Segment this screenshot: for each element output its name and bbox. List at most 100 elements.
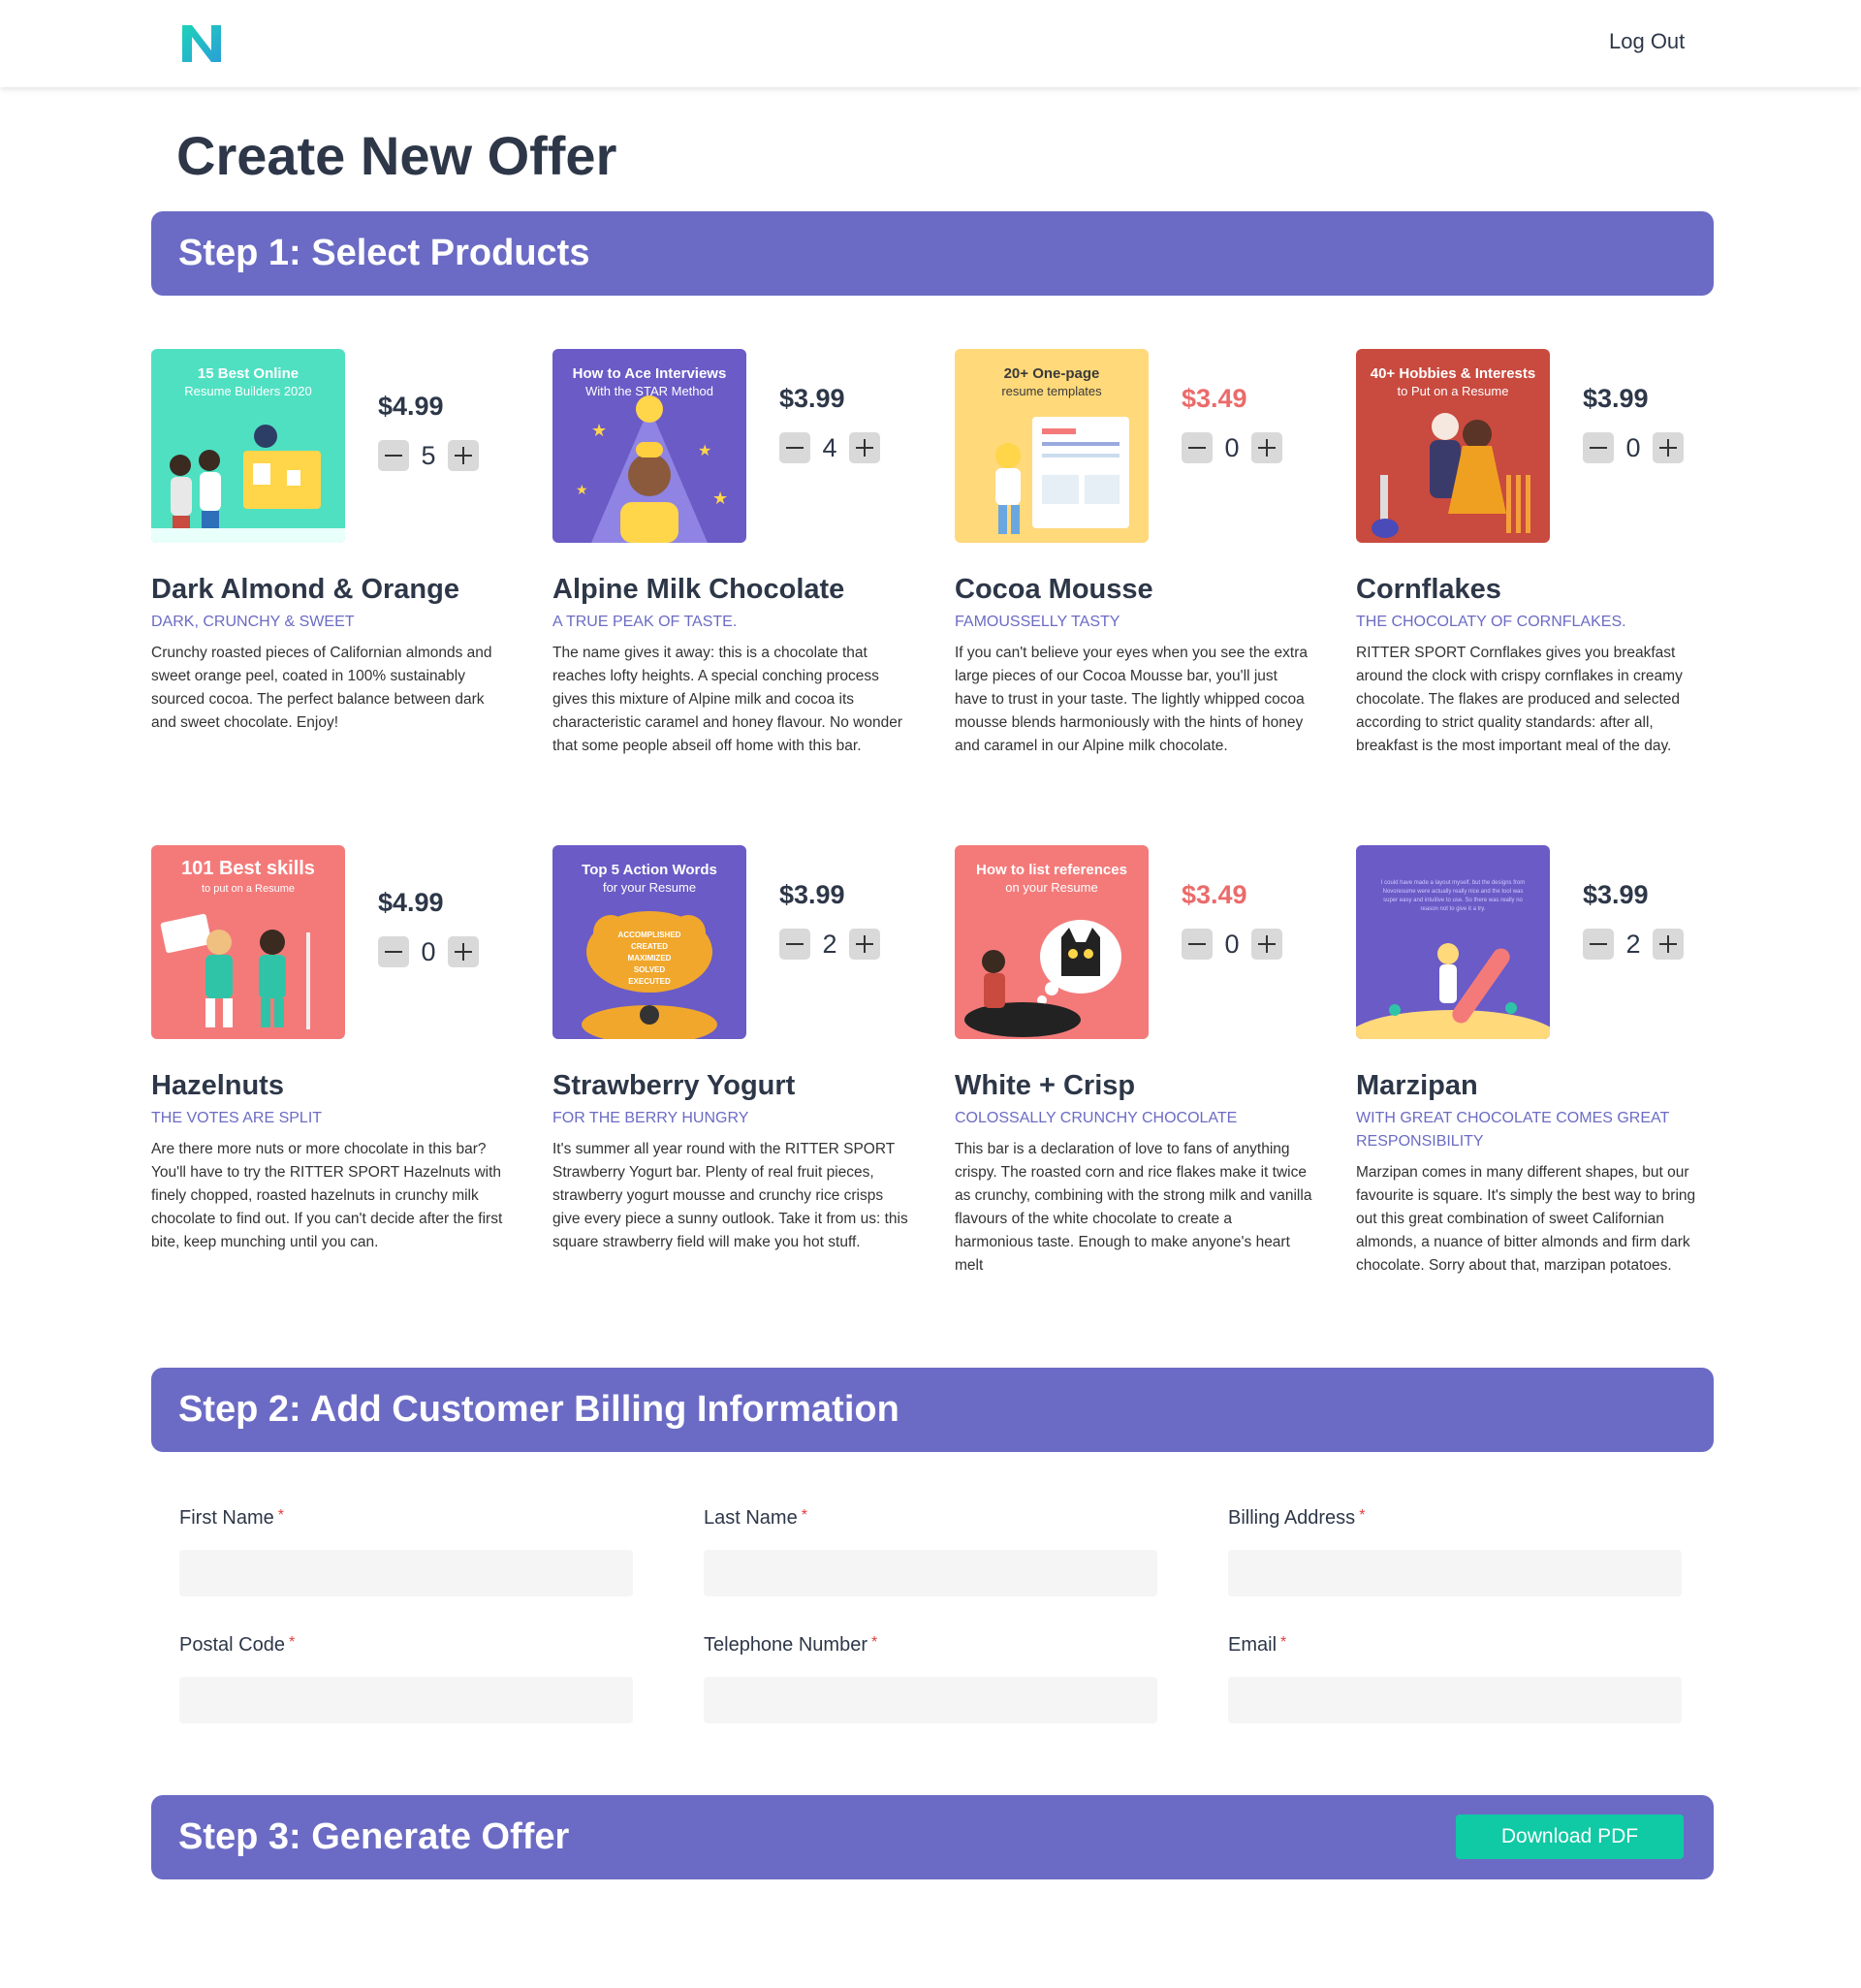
product-price: $3.49 [1182, 384, 1247, 413]
minus-icon [385, 951, 402, 953]
product-name: Hazelnuts [151, 1070, 284, 1101]
increase-quantity-button[interactable] [1653, 432, 1684, 463]
telephone-input[interactable] [704, 1677, 1157, 1723]
email-input[interactable] [1228, 1677, 1682, 1723]
product-price: $3.49 [1182, 880, 1247, 909]
increase-quantity-button[interactable] [1653, 929, 1684, 960]
svg-text:★: ★ [576, 482, 588, 497]
minus-icon [1188, 447, 1206, 449]
decrease-quantity-button[interactable] [779, 929, 810, 960]
required-marker: * [801, 1507, 807, 1524]
decrease-quantity-button[interactable] [779, 432, 810, 463]
telephone-field: Telephone Number * [704, 1634, 1157, 1723]
product-tagline: Colossally crunchy chocolate [955, 1110, 1238, 1126]
svg-text:40+ Hobbies & Interests: 40+ Hobbies & Interests [1371, 365, 1535, 382]
postal-code-field: Postal Code * [179, 1634, 633, 1723]
svg-text:for your Resume: for your Resume [603, 880, 696, 895]
email-label: Email * [1228, 1634, 1287, 1656]
first-name-label: First Name * [179, 1507, 285, 1529]
product-name: Marzipan [1356, 1070, 1478, 1101]
product-tagline: For the berry hungry [552, 1110, 749, 1126]
increase-quantity-button[interactable] [1251, 432, 1282, 463]
app-logo-icon[interactable] [178, 21, 225, 66]
svg-text:resume templates: resume templates [1001, 384, 1102, 398]
page-title: Create New Offer [176, 125, 617, 186]
quantity-stepper: 4 [779, 432, 880, 463]
svg-text:SOLVED: SOLVED [634, 965, 666, 974]
svg-text:to Put on a Resume: to Put on a Resume [1398, 384, 1509, 398]
download-pdf-button[interactable]: Download PDF [1456, 1814, 1684, 1859]
required-marker: * [871, 1634, 878, 1651]
product-image: 40+ Hobbies & Interests to Put on a Resum… [1356, 349, 1550, 543]
increase-quantity-button[interactable] [448, 440, 479, 471]
last-name-label: Last Name * [704, 1507, 807, 1529]
quantity-value: 0 [1224, 929, 1240, 959]
product-description: If you can't believe your eyes when you … [955, 645, 1308, 754]
product-description: It's summer all year round with the RITT… [552, 1141, 908, 1250]
product-image: ★ ★ ★ ★ How to Ace Interviews With the STA… [552, 349, 746, 543]
product-description: Are there more nuts or more chocolate in… [151, 1141, 503, 1250]
svg-text:With the STAR Method: With the STAR Method [585, 384, 713, 398]
svg-text:MAXIMIZED: MAXIMIZED [628, 954, 672, 962]
svg-text:15 Best Online: 15 Best Online [198, 365, 299, 382]
svg-text:Novoresume were actually reall: Novoresume were actually really nice and… [1383, 889, 1524, 895]
step-1-header: Step 1: Select Products [151, 211, 1714, 296]
svg-text:ACCOMPLISHED: ACCOMPLISHED [618, 931, 681, 939]
logout-link[interactable]: Log Out [1609, 29, 1685, 54]
last-name-input[interactable] [704, 1550, 1157, 1596]
svg-text:★: ★ [712, 489, 728, 508]
last-name-field: Last Name * [704, 1507, 1157, 1596]
quantity-value: 0 [421, 936, 436, 966]
minus-icon [1590, 943, 1607, 945]
minus-icon [385, 455, 402, 457]
product-name: Strawberry Yogurt [552, 1070, 796, 1101]
product-price: $3.99 [779, 384, 845, 413]
step-2-title: Step 2: Add Customer Billing Information [178, 1389, 899, 1430]
postal-code-input[interactable] [179, 1677, 633, 1723]
svg-text:to put on a Resume: to put on a Resume [202, 883, 295, 895]
minus-icon [1188, 943, 1206, 945]
quantity-stepper: 0 [1182, 432, 1282, 463]
quantity-value: 2 [1625, 929, 1641, 959]
quantity-stepper: 2 [1583, 929, 1684, 960]
decrease-quantity-button[interactable] [378, 440, 409, 471]
decrease-quantity-button[interactable] [1583, 929, 1614, 960]
billing-address-input[interactable] [1228, 1550, 1682, 1596]
decrease-quantity-button[interactable] [1182, 929, 1213, 960]
required-marker: * [1280, 1634, 1287, 1651]
increase-quantity-button[interactable] [448, 936, 479, 967]
quantity-value: 2 [822, 929, 837, 959]
postal-code-label: Postal Code * [179, 1634, 296, 1656]
first-name-field: First Name * [179, 1507, 633, 1596]
quantity-value: 0 [1625, 432, 1641, 462]
quantity-stepper: 0 [1182, 929, 1282, 960]
svg-text:20+ One-page: 20+ One-page [1004, 365, 1100, 382]
billing-address-field: Billing Address * [1228, 1507, 1682, 1596]
increase-quantity-button[interactable] [849, 432, 880, 463]
product-description: The name gives it away: this is a chocol… [552, 645, 902, 754]
telephone-label: Telephone Number * [704, 1634, 878, 1656]
decrease-quantity-button[interactable] [378, 936, 409, 967]
step-1-title: Step 1: Select Products [178, 233, 590, 273]
minus-icon [786, 943, 804, 945]
product-tagline: The votes are split [151, 1110, 323, 1126]
svg-text:EXECUTED: EXECUTED [628, 977, 671, 986]
decrease-quantity-button[interactable] [1583, 432, 1614, 463]
product-tagline: A true peak of taste. [552, 614, 738, 630]
required-marker: * [288, 1634, 296, 1651]
svg-text:★: ★ [698, 443, 711, 459]
product-price: $3.99 [779, 880, 845, 909]
quantity-stepper: 0 [1583, 432, 1684, 463]
increase-quantity-button[interactable] [1251, 929, 1282, 960]
increase-quantity-button[interactable] [849, 929, 880, 960]
first-name-input[interactable] [179, 1550, 633, 1596]
billing-address-label: Billing Address * [1228, 1507, 1366, 1529]
svg-text:How to Ace Interviews: How to Ace Interviews [573, 365, 727, 382]
product-tagline: The chocolaty of cornflakes. [1356, 614, 1626, 630]
svg-text:Top 5 Action Words: Top 5 Action Words [582, 862, 717, 878]
product-image: ACCOMPLISHED CREATED MAXIMIZED SOLVED EX… [552, 845, 746, 1039]
decrease-quantity-button[interactable] [1182, 432, 1213, 463]
product-price: $3.99 [1583, 880, 1649, 909]
minus-icon [1590, 447, 1607, 449]
required-marker: * [277, 1507, 285, 1524]
